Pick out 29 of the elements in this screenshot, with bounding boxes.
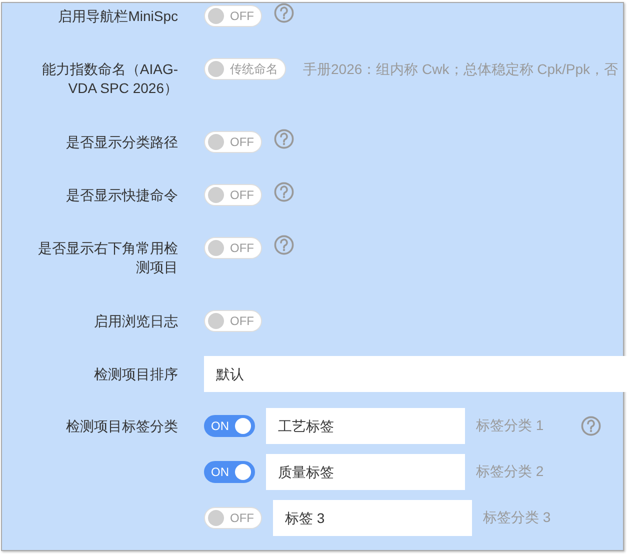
toggle-switch[interactable]: 传统命名	[204, 58, 286, 80]
toggle-switch[interactable]: ON	[204, 415, 255, 437]
help-icon[interactable]	[274, 182, 294, 202]
toggle-switch[interactable]: ON	[204, 461, 255, 483]
setting-label: 启用导航栏MiniSpc	[57, 7, 178, 26]
setting-label: 检测项目排序	[93, 364, 178, 384]
help-icon[interactable]	[581, 416, 601, 436]
setting-label: 是否显示快捷命令	[65, 186, 178, 205]
hint-text: 标签分类 1	[476, 417, 545, 435]
input-field[interactable]: 工艺标签	[266, 408, 465, 444]
hint-text: 标签分类 3	[483, 509, 552, 527]
help-icon[interactable]	[274, 129, 294, 149]
toggle-switch[interactable]: OFF	[204, 5, 262, 27]
input-field[interactable]: 质量标签	[266, 454, 465, 490]
toggle-switch[interactable]: OFF	[204, 237, 262, 259]
toggle-switch[interactable]: OFF	[204, 507, 262, 529]
toggle-switch[interactable]: OFF	[204, 131, 262, 153]
setting-label: 检测项目标签分类	[65, 417, 178, 436]
help-icon[interactable]	[274, 235, 294, 255]
setting-label: 能力指数命名（AIAG-VDA SPC 2026）	[40, 60, 178, 98]
setting-label: 是否显示右下角常用检测项目	[37, 239, 178, 277]
toggle-switch[interactable]: OFF	[204, 184, 262, 206]
hint-text: 标签分类 2	[476, 463, 545, 481]
toggle-switch[interactable]: OFF	[204, 310, 262, 332]
hint-text: 手册2026：组内称 Cwk；总体稳定称 Cpk/Ppk，否	[303, 60, 618, 79]
input-field[interactable]: 标签 3	[273, 500, 472, 536]
setting-label: 是否显示分类路径	[65, 133, 178, 152]
setting-label: 启用浏览日志	[93, 312, 178, 331]
help-icon[interactable]	[274, 3, 294, 23]
